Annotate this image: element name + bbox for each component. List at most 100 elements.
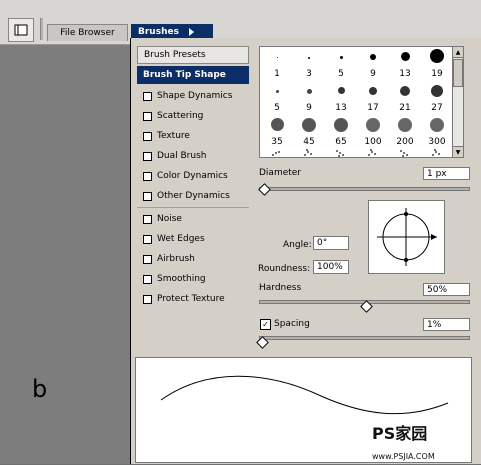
brush-dot-soft	[334, 118, 348, 132]
brush-size: 200	[396, 137, 414, 147]
spacing-field[interactable]: 1%	[423, 318, 470, 331]
hardness-label: Hardness	[259, 283, 302, 293]
brush-presets-header[interactable]: Brush Presets	[137, 46, 249, 64]
checkbox[interactable]	[143, 91, 152, 101]
brush-dot	[308, 57, 310, 59]
brush-tip-cell[interactable]: 1	[261, 47, 293, 79]
brush-size: 65	[335, 137, 347, 147]
brush-size: 13	[335, 103, 347, 113]
scatter-brush-row[interactable]	[260, 147, 452, 158]
scroll-thumb[interactable]	[453, 59, 463, 87]
brush-tip-cell[interactable]: 45	[293, 115, 325, 147]
diameter-field[interactable]: 1 px	[423, 167, 470, 180]
spacing-label: Spacing	[274, 319, 310, 329]
brush-dot-soft	[302, 118, 316, 132]
brush-tip-cell[interactable]: 9	[357, 47, 389, 79]
brush-tip-cell[interactable]: 19	[421, 47, 453, 79]
checkbox[interactable]	[143, 171, 152, 181]
brush-tip-shape-item[interactable]: Brush Tip Shape	[137, 66, 249, 84]
brush-dot-soft	[431, 85, 443, 97]
list-item-label: Wet Edges	[157, 234, 205, 244]
brush-tip-cell[interactable]: 27	[421, 81, 453, 113]
brush-presets-label: Brush Presets	[144, 50, 206, 60]
brush-dot-soft	[369, 87, 377, 95]
diameter-label: Diameter	[259, 168, 302, 178]
document-icon-button[interactable]	[8, 18, 34, 42]
list-item-noise[interactable]: Noise	[137, 210, 249, 228]
angle-roundness-preview[interactable]	[368, 200, 445, 274]
brush-dot	[370, 54, 376, 60]
angle-label: Angle:	[283, 240, 312, 250]
brush-grid-scrollbar[interactable]: ▲ ▼	[452, 46, 464, 158]
list-item-other-dynamics[interactable]: Other Dynamics	[137, 187, 249, 205]
roundness-field[interactable]: 100%	[313, 260, 349, 274]
brush-tip-cell[interactable]: 200	[389, 115, 421, 147]
list-item-label: Other Dynamics	[157, 191, 230, 201]
checkbox[interactable]	[143, 191, 152, 201]
brush-tip-cell[interactable]: 65	[325, 115, 357, 147]
brush-dot	[400, 52, 410, 61]
checkbox[interactable]	[143, 254, 152, 264]
diameter-slider[interactable]	[259, 187, 470, 191]
list-item-label: Protect Texture	[157, 294, 225, 304]
list-item-shape-dynamics[interactable]: Shape Dynamics	[137, 87, 249, 105]
brush-tip-cell[interactable]: 5	[261, 81, 293, 113]
tab-menu-arrow-icon[interactable]	[188, 28, 194, 36]
checkbox[interactable]	[143, 234, 152, 244]
scroll-down-icon[interactable]: ▼	[453, 146, 463, 157]
spacing-slider[interactable]	[259, 336, 470, 340]
list-item-label: Scattering	[157, 111, 204, 121]
brush-dot-soft	[398, 118, 412, 132]
brush-tip-cell[interactable]: 13	[325, 81, 357, 113]
canvas-letter: b	[32, 375, 48, 403]
brush-tip-cell[interactable]: 300	[421, 115, 453, 147]
tab-file-browser[interactable]: File Browser	[47, 24, 128, 41]
checkbox[interactable]	[143, 151, 152, 161]
brush-size: 17	[367, 103, 379, 113]
brush-tip-shape-label: Brush Tip Shape	[143, 70, 226, 80]
list-item-wet-edges[interactable]: Wet Edges	[137, 230, 249, 248]
brush-dot	[339, 56, 343, 59]
brush-tip-cell[interactable]: 35	[261, 115, 293, 147]
checkbox[interactable]	[143, 214, 152, 224]
brush-tip-cell[interactable]: 9	[293, 81, 325, 113]
brush-size: 45	[303, 137, 315, 147]
brush-tip-cell[interactable]: 3	[293, 47, 325, 79]
checkbox[interactable]	[143, 294, 152, 304]
list-item-airbrush[interactable]: Airbrush	[137, 250, 249, 268]
hardness-field[interactable]: 50%	[423, 283, 470, 296]
checkbox[interactable]	[143, 274, 152, 284]
brush-dot-soft	[430, 118, 444, 132]
angle-field[interactable]: 0°	[313, 236, 349, 250]
list-item-scattering[interactable]: Scattering	[137, 107, 249, 125]
toolbar-separator	[40, 18, 43, 40]
spacing-checkbox[interactable]: ✓	[260, 319, 271, 330]
brush-tip-cell[interactable]: 21	[389, 81, 421, 113]
diameter-slider-knob[interactable]	[258, 183, 272, 196]
list-item-smoothing[interactable]: Smoothing	[137, 270, 249, 288]
brush-tip-cell[interactable]: 13	[389, 47, 421, 79]
list-item-color-dynamics[interactable]: Color Dynamics	[137, 167, 249, 185]
brush-size: 300	[428, 137, 446, 147]
scroll-up-icon[interactable]: ▲	[453, 47, 463, 58]
brush-size: 1	[274, 69, 280, 79]
brush-size: 5	[338, 69, 344, 79]
brush-dot-soft	[400, 86, 410, 96]
brush-dot-soft	[275, 90, 279, 93]
list-item-dual-brush[interactable]: Dual Brush	[137, 147, 249, 165]
brush-dot-soft	[366, 118, 380, 132]
watermark-url: www.PSJIA.COM	[372, 452, 435, 461]
checkbox[interactable]	[143, 131, 152, 141]
brush-tip-cell[interactable]: 100	[357, 115, 389, 147]
watermark: PS家园 www.PSJIA.COM	[372, 420, 435, 463]
checkbox[interactable]	[143, 111, 152, 121]
tab-brushes-label: Brushes	[138, 27, 179, 37]
list-item-texture[interactable]: Texture	[137, 127, 249, 145]
brush-tip-cell[interactable]: 17	[357, 81, 389, 113]
list-item-label: Dual Brush	[157, 151, 207, 161]
brush-size: 13	[399, 69, 411, 79]
list-item-label: Texture	[157, 131, 190, 141]
document-canvas	[0, 45, 130, 464]
brush-tip-cell[interactable]: 5	[325, 47, 357, 79]
list-item-protect-texture[interactable]: Protect Texture	[137, 290, 249, 308]
